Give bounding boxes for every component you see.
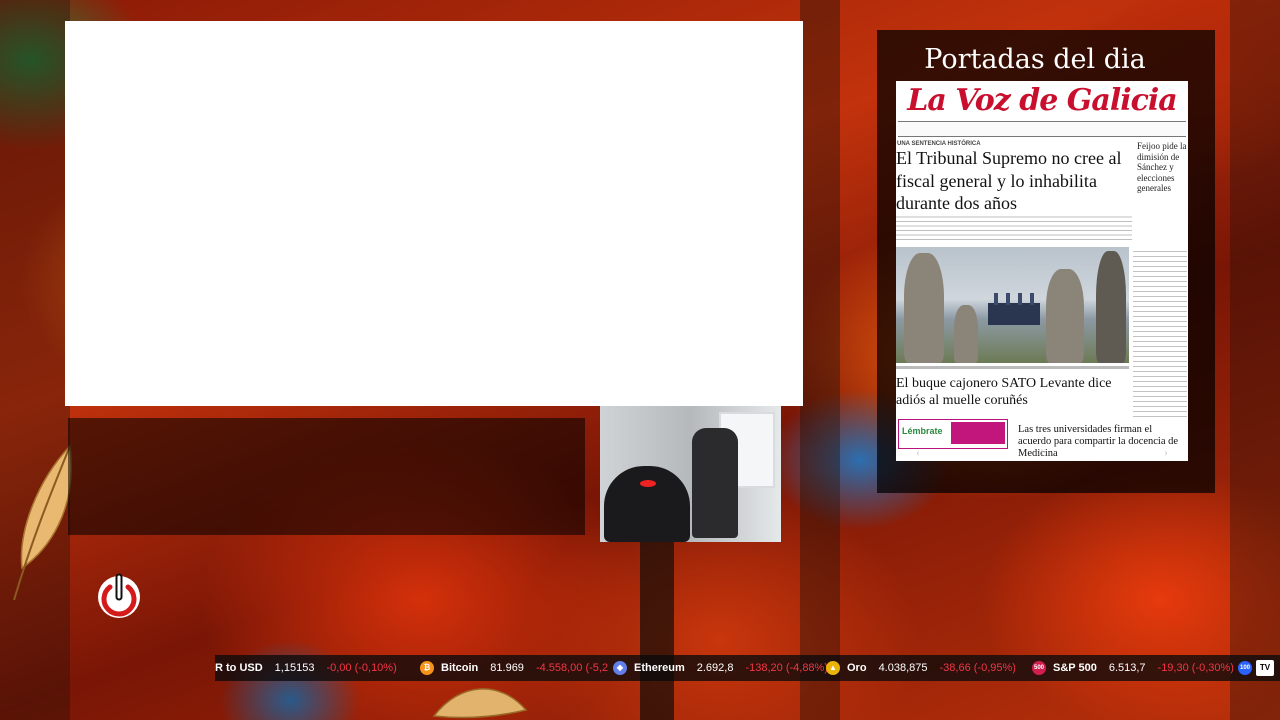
ticker-item-bitcoin[interactable]: ₿ Bitcoin 81.969 -4.558,00 (-5,2 (420, 655, 608, 681)
newspaper-subtext (896, 214, 1132, 240)
ticker-change: -38,66 (-0,95%) (939, 662, 1016, 674)
photo-ship-crane (1018, 293, 1022, 305)
tradingview-logo[interactable]: TV (1256, 660, 1274, 676)
background-trunk (640, 540, 674, 720)
ticker-item-eurusd[interactable]: R to USD 1,15153 -0,00 (-0,10%) (215, 655, 397, 681)
ticker-change: -4.558,00 (-5,2 (535, 662, 609, 674)
newspaper-infobar (898, 121, 1186, 137)
ticker-price: 81.969 (490, 662, 524, 674)
newspaper-nav: ‹ II › (896, 445, 1188, 461)
ticker-symbol: R to USD (215, 662, 263, 674)
ticker-price: 1,15153 (274, 662, 315, 674)
newspaper-widget-title: Portadas del dia (924, 44, 1146, 75)
newspaper-ad: Lémbrate (898, 419, 1008, 449)
ticker-change: -19,30 (-0,30%) (1157, 662, 1234, 674)
leaf-decoration (432, 688, 528, 719)
newspaper-side-headline: Feijoo pide la dimisión de Sánchez y ele… (1137, 141, 1187, 193)
photo-ship-crane (1006, 293, 1010, 305)
blank-browser-panel[interactable] (65, 21, 803, 406)
newspaper-photo (896, 247, 1129, 363)
chevron-left-icon[interactable]: ‹ (916, 445, 920, 460)
ticker-change: -138,20 (-4,88%) (745, 662, 828, 674)
ticker-price: 4.038,875 (878, 662, 928, 674)
ticker-item-sp500[interactable]: 500 S&P 500 6.513,7 -19,30 (-0,30%) (1032, 655, 1234, 681)
webcam-person (604, 466, 690, 542)
ad-brand: Lémbrate (902, 426, 943, 436)
photo-ship (988, 303, 1040, 325)
background-trunk (0, 0, 70, 720)
ticker-price: 2.692,8 (696, 662, 734, 674)
ethereum-icon: ◆ (613, 661, 627, 675)
power-icon[interactable] (95, 573, 143, 621)
sp500-icon: 500 (1032, 661, 1046, 675)
market-ticker: R to USD 1,15153 -0,00 (-0,10%) ₿ Bitcoi… (215, 655, 1280, 681)
webcam-mask-eye (640, 480, 656, 487)
photo-caption (896, 366, 1129, 369)
newspaper-main-headline: El Tribunal Supremo no cree al fiscal ge… (896, 148, 1122, 213)
gold-icon: ▲ (826, 661, 840, 675)
photo-menhir (954, 305, 978, 363)
ticker-symbol: Ethereum (634, 662, 685, 674)
photo-menhir (1046, 269, 1084, 363)
photo-menhir (1096, 251, 1126, 363)
ticker-item-ethereum[interactable]: ◆ Ethereum 2.692,8 -138,20 (-4,88%) (613, 655, 828, 681)
newspaper-front-page[interactable]: La Voz de Galicia UNA SENTENCIA HISTÓRIC… (896, 81, 1188, 461)
webcam-chair (692, 428, 738, 538)
background-trunk (800, 0, 840, 720)
ticker-price: 6.513,7 (1108, 662, 1146, 674)
photo-ship-crane (1030, 293, 1034, 305)
pause-button[interactable]: II (1038, 448, 1043, 457)
background-trunk (1230, 0, 1280, 720)
ticker-symbol: Oro (847, 662, 867, 674)
webcam-feed (600, 406, 781, 542)
ticker-symbol: S&P 500 (1053, 662, 1097, 674)
chat-overlay-area (68, 418, 585, 535)
ticker-symbol: Bitcoin (441, 662, 479, 674)
newspaper-masthead: La Voz de Galicia (907, 83, 1177, 118)
ticker-change: -0,00 (-0,10%) (326, 662, 397, 674)
newspaper-side-column (1133, 247, 1187, 417)
bitcoin-icon: ₿ (420, 661, 434, 675)
ticker-item-gold[interactable]: ▲ Oro 4.038,875 -38,66 (-0,95%) (826, 655, 1016, 681)
chevron-right-icon[interactable]: › (1164, 445, 1168, 460)
photo-ship-crane (994, 293, 998, 305)
nasdaq-icon: 100 (1238, 661, 1252, 675)
ad-banner (951, 422, 1005, 444)
newspaper-second-headline: El buque cajonero SATO Levante dice adió… (896, 376, 1112, 408)
photo-menhir (904, 253, 944, 363)
